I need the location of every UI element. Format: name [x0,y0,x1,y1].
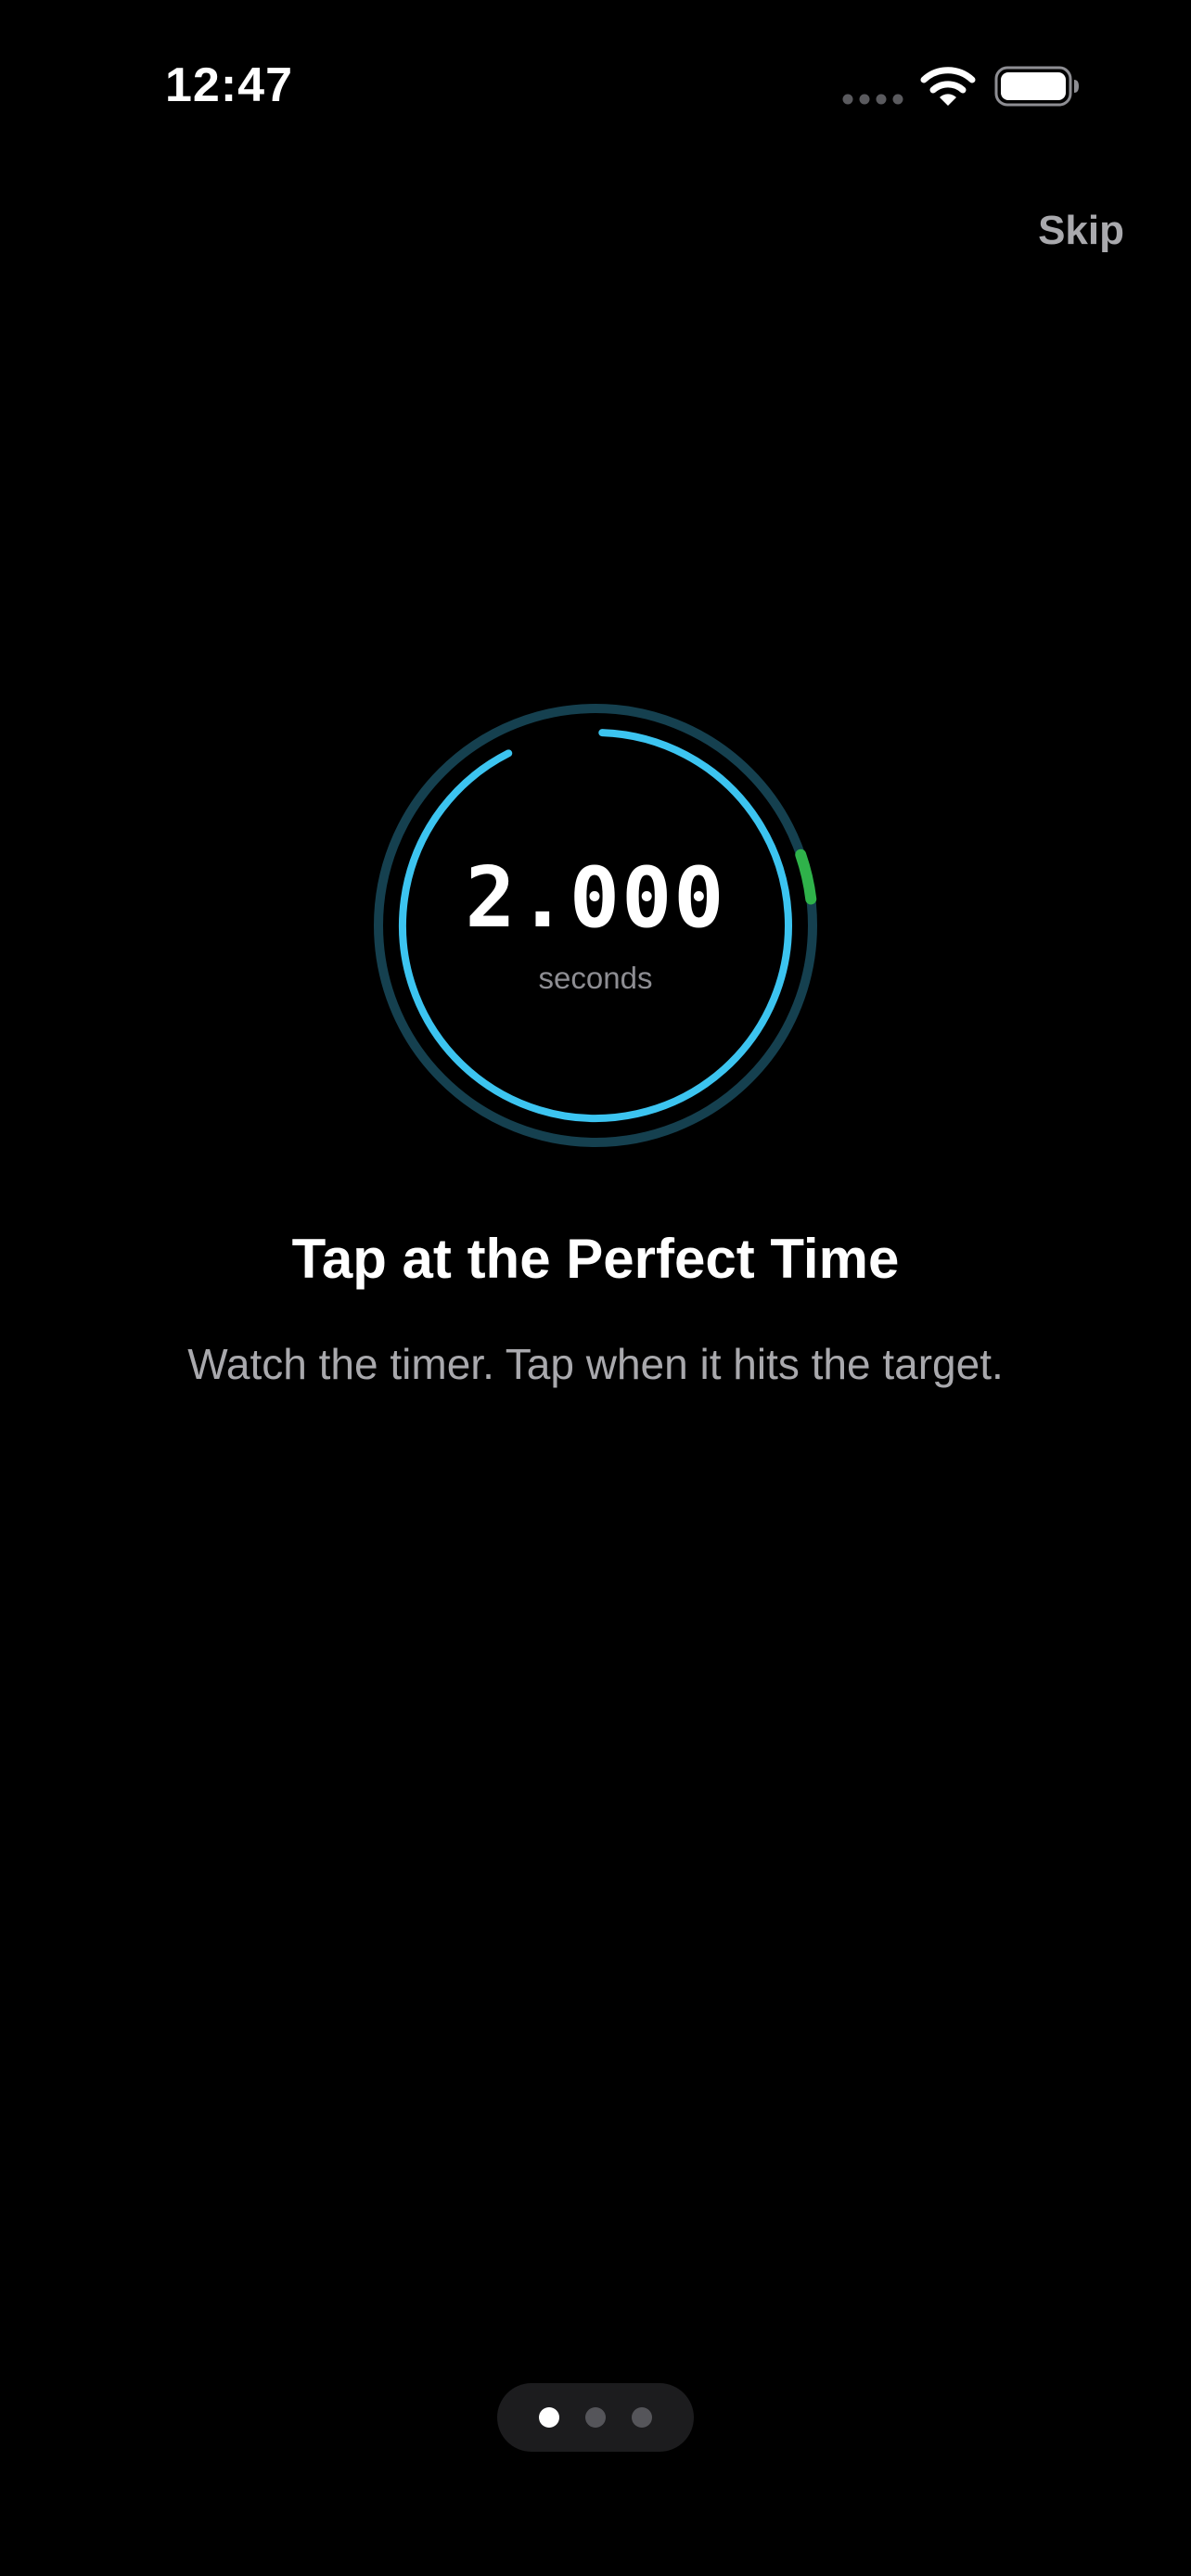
page-subtitle: Watch the timer. Tap when it hits the ta… [187,1340,1004,1388]
status-time: 12:47 [165,58,293,112]
battery-icon [994,66,1079,107]
cellular-dots-icon [842,94,903,105]
page-indicator[interactable] [497,2383,694,2452]
page-dot-2[interactable] [585,2407,606,2428]
status-bar: 12:47 [0,0,1191,176]
timer-dial: 2.000 seconds [373,703,818,1148]
skip-button[interactable]: Skip [1038,208,1124,254]
page-dot-3[interactable] [632,2407,652,2428]
page-dot-1[interactable] [539,2407,559,2428]
page-title: Tap at the Perfect Time [291,1228,900,1290]
timer-unit: seconds [538,961,653,995]
timer-value: 2.000 [465,849,726,947]
wifi-icon [920,67,976,106]
